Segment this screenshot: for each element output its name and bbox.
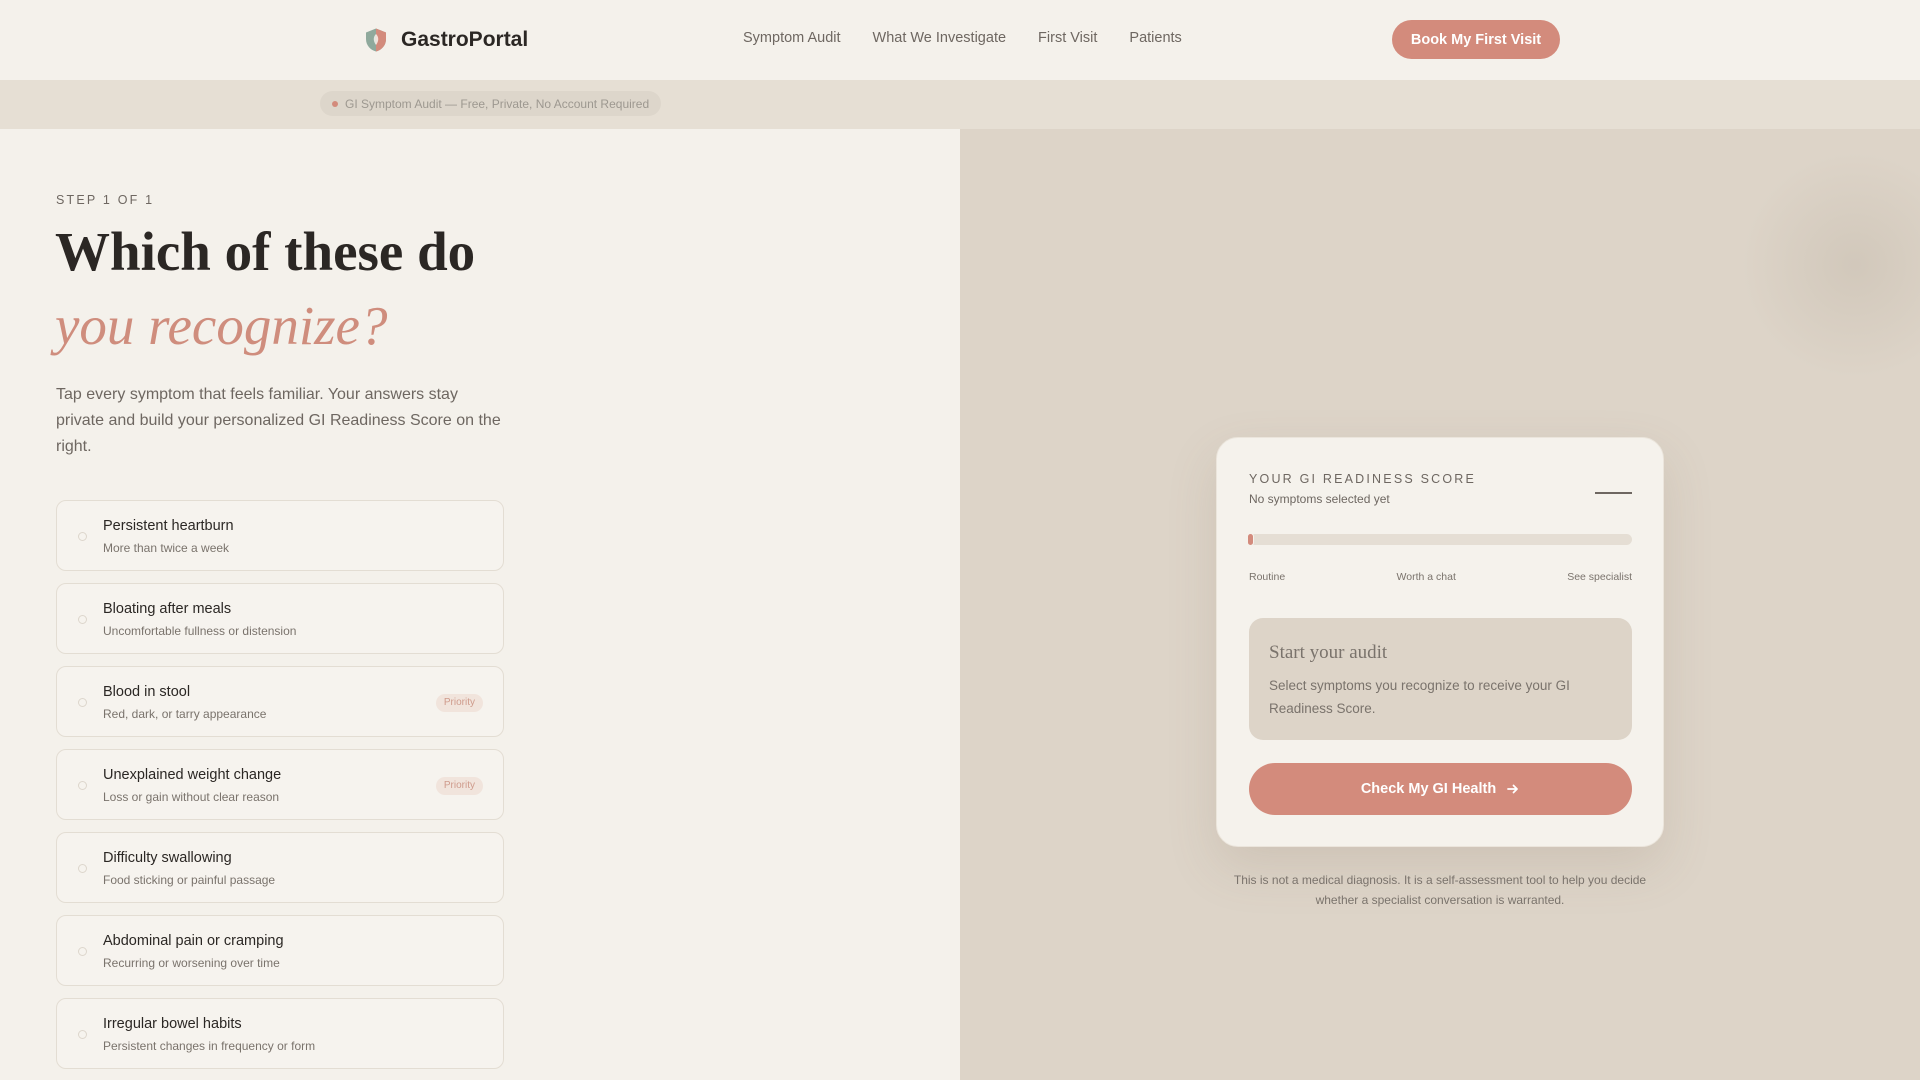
scale-label-see-specialist: See specialist bbox=[1567, 571, 1632, 583]
symptom-list: Persistent heartburn More than twice a w… bbox=[56, 500, 504, 1080]
announcement-text: GI Symptom Audit — Free, Private, No Acc… bbox=[345, 96, 650, 111]
disclaimer: This is not a medical diagnosis. It is a… bbox=[1233, 873, 1647, 907]
symptom-subtitle: Loss or gain without clear reason bbox=[103, 790, 280, 804]
announcement-pill: GI Symptom Audit — Free, Private, No Acc… bbox=[320, 91, 662, 116]
score-progress-track bbox=[1247, 533, 1632, 546]
scale-label-worth-a-chat: Worth a chat bbox=[1396, 571, 1456, 583]
nav-link-what-we-investigate[interactable]: What We Investigate bbox=[873, 30, 1007, 46]
symptom-subtitle: More than twice a week bbox=[103, 541, 230, 555]
symptom-title: Persistent heartburn bbox=[103, 518, 234, 534]
symptom-title: Irregular bowel habits bbox=[103, 1016, 242, 1032]
check-gi-health-button[interactable]: Check My GI Health bbox=[1249, 763, 1632, 815]
score-progress-knob bbox=[1247, 533, 1254, 546]
headline-line-1: Which of these do bbox=[55, 221, 476, 282]
nav-link-symptom-audit[interactable]: Symptom Audit bbox=[743, 30, 841, 46]
nav-links: Symptom Audit What We Investigate First … bbox=[743, 30, 1182, 46]
checkbox-circle-icon[interactable] bbox=[78, 1030, 87, 1039]
symptom-title: Abdominal pain or cramping bbox=[103, 933, 284, 949]
symptom-option[interactable]: Unexplained weight change Loss or gain w… bbox=[56, 749, 504, 820]
status-dot-icon bbox=[332, 100, 338, 107]
symptom-subtitle: Red, dark, or tarry appearance bbox=[103, 707, 267, 721]
score-scale: Routine Worth a chat See specialist bbox=[1249, 571, 1632, 583]
checkbox-circle-icon[interactable] bbox=[78, 615, 87, 624]
symptom-option[interactable]: Abdominal pain or cramping Recurring or … bbox=[56, 915, 504, 986]
priority-badge: Priority bbox=[435, 777, 483, 795]
headline-line-2: you recognize? bbox=[55, 295, 388, 356]
audit-text: Select symptoms you recognize to receive… bbox=[1269, 678, 1570, 716]
brand-name: GastroPortal bbox=[401, 28, 529, 51]
step-label: STEP 1 OF 1 bbox=[56, 193, 155, 207]
symptom-title: Unexplained weight change bbox=[103, 767, 282, 783]
priority-badge: Priority bbox=[435, 694, 483, 712]
score-card-label: YOUR GI READINESS SCORE bbox=[1249, 472, 1477, 486]
symptom-title: Bloating after meals bbox=[103, 601, 232, 617]
scale-label-routine: Routine bbox=[1249, 571, 1286, 583]
symptom-option[interactable]: Difficulty swallowing Food sticking or p… bbox=[56, 832, 504, 903]
checkbox-circle-icon[interactable] bbox=[78, 864, 87, 873]
symptom-option[interactable]: Blood in stool Red, dark, or tarry appea… bbox=[56, 666, 504, 737]
shield-icon bbox=[366, 28, 386, 52]
score-value-placeholder bbox=[1595, 492, 1632, 494]
checkbox-circle-icon[interactable] bbox=[78, 781, 87, 790]
nav-link-patients[interactable]: Patients bbox=[1129, 30, 1181, 46]
arrow-right-icon bbox=[1507, 784, 1519, 794]
symptom-option[interactable]: Bloating after meals Uncomfortable fulln… bbox=[56, 583, 504, 654]
symptom-title: Difficulty swallowing bbox=[103, 850, 232, 866]
check-gi-health-label: Check My GI Health bbox=[1360, 781, 1497, 797]
checkbox-circle-icon[interactable] bbox=[78, 532, 87, 541]
audit-prompt-box: Start your audit Select symptoms you rec… bbox=[1249, 618, 1632, 740]
symptom-subtitle: Persistent changes in frequency or form bbox=[103, 1039, 316, 1053]
checkbox-circle-icon[interactable] bbox=[78, 947, 87, 956]
symptom-option[interactable]: Irregular bowel habits Persistent change… bbox=[56, 998, 504, 1069]
symptom-option[interactable]: Persistent heartburn More than twice a w… bbox=[56, 500, 504, 571]
checkbox-circle-icon[interactable] bbox=[78, 698, 87, 707]
intro-text: Tap every symptom that feels familiar. Y… bbox=[56, 386, 501, 455]
symptom-subtitle: Recurring or worsening over time bbox=[103, 956, 280, 970]
top-nav: GastroPortal Symptom Audit What We Inves… bbox=[0, 0, 1920, 80]
book-first-visit-button[interactable]: Book My First Visit bbox=[1392, 20, 1560, 59]
nav-link-first-visit[interactable]: First Visit bbox=[1038, 30, 1097, 46]
score-status: No symptoms selected yet bbox=[1249, 492, 1390, 506]
brand[interactable]: GastroPortal bbox=[363, 27, 528, 53]
symptom-subtitle: Food sticking or painful passage bbox=[103, 873, 276, 887]
symptom-title: Blood in stool bbox=[103, 684, 191, 700]
score-card: YOUR GI READINESS SCORE No symptoms sele… bbox=[1216, 437, 1664, 847]
audit-title: Start your audit bbox=[1269, 642, 1388, 663]
announcement-band bbox=[0, 80, 1920, 129]
symptom-subtitle: Uncomfortable fullness or distension bbox=[103, 624, 297, 638]
